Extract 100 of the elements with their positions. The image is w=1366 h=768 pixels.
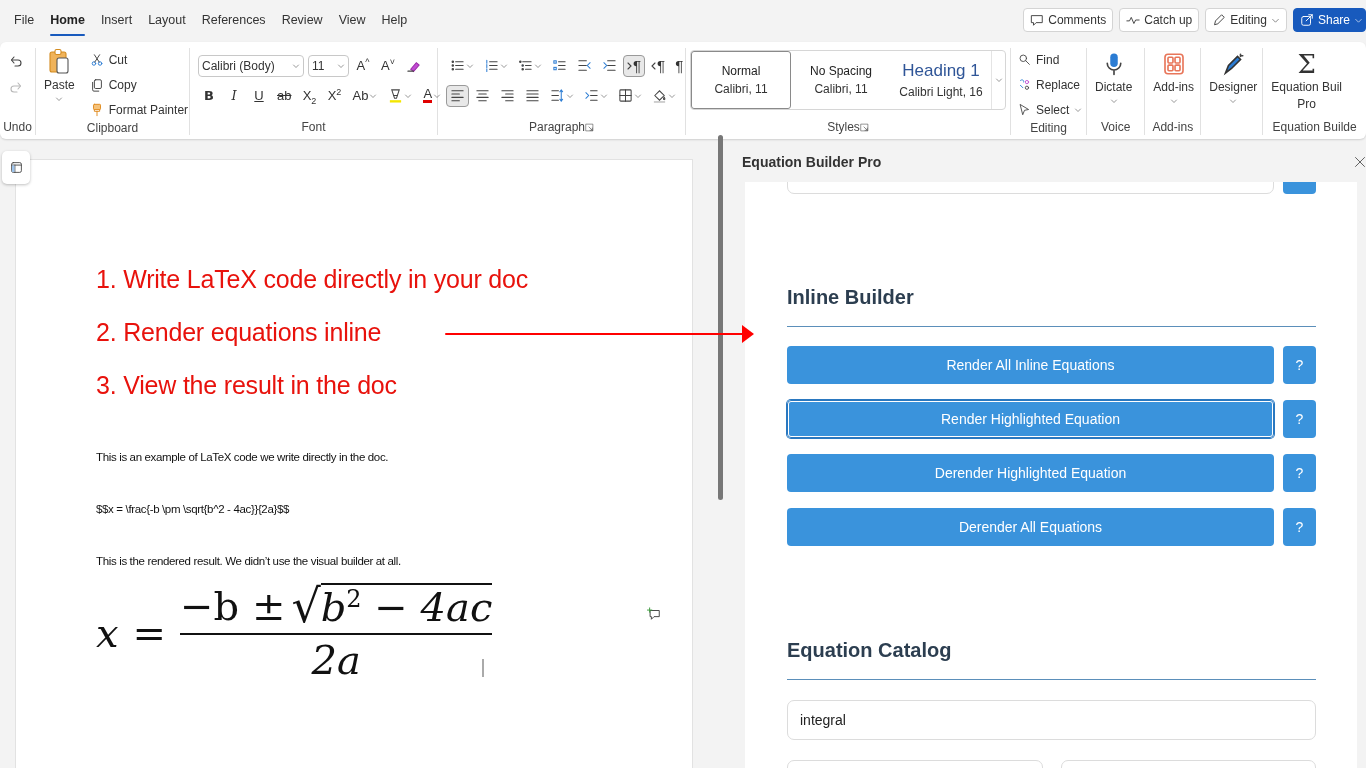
group-label: Styles: [827, 120, 860, 134]
style-option[interactable]: No Spacing Calibri, 11: [791, 51, 891, 109]
pen-icon: [1221, 52, 1246, 76]
paste-button[interactable]: Paste: [40, 48, 79, 103]
copy-button[interactable]: Copy: [86, 73, 192, 96]
dialog-launcher-icon: [585, 122, 594, 132]
caret-icon: [500, 61, 508, 70]
list-indent-icon: [584, 88, 599, 103]
search-icon: [1018, 53, 1031, 66]
group-label: Editing: [1030, 121, 1067, 135]
show-marks-button[interactable]: ¶: [671, 54, 688, 77]
cursor-arrow-icon: [1018, 103, 1031, 116]
caret-icon: [1109, 97, 1118, 105]
menu-tab[interactable]: Home: [42, 0, 93, 40]
style-option[interactable]: Heading 1 Calibri Light, 16: [891, 51, 991, 109]
align-left-icon: [450, 88, 465, 103]
share-icon: [1299, 13, 1314, 27]
comment-icon: [1030, 13, 1045, 27]
line-spacing-icon: [550, 88, 565, 103]
find-button[interactable]: Find: [1015, 48, 1086, 71]
comments-button[interactable]: Comments: [1023, 8, 1114, 32]
add-comment-icon: [647, 607, 661, 621]
caret-icon: [1169, 97, 1178, 105]
menu-tab[interactable]: Layout: [140, 0, 194, 40]
text-cursor: [482, 659, 485, 677]
step-text: 1. Write LaTeX code directly in your doc: [96, 264, 529, 295]
bold-button[interactable]: B: [198, 84, 220, 107]
caret-icon: [433, 91, 442, 100]
rendered-equation: x = −b ±√b$^{2}$ − 4ac 2a: [96, 583, 493, 683]
grow-font-button[interactable]: A$^{^}$: [352, 54, 374, 77]
dictate-button[interactable]: Dictate: [1091, 48, 1137, 105]
copy-icon: [89, 77, 104, 92]
caret-icon: [1229, 97, 1238, 105]
sigma-icon: Σ: [1297, 50, 1316, 78]
align-center-icon: [475, 88, 490, 103]
scissors-icon: [89, 52, 104, 67]
close-icon: [1354, 156, 1366, 168]
add-ins-button[interactable]: Add-ins: [1149, 48, 1198, 105]
italic-button[interactable]: I: [223, 84, 245, 107]
caret-icon: [292, 61, 300, 70]
multilevel-list-icon: [518, 58, 533, 73]
designer-button[interactable]: Designer: [1205, 48, 1262, 105]
style-option[interactable]: Normal Calibri, 11: [691, 51, 791, 109]
subscript-button[interactable]: X$_{2}$: [298, 84, 321, 107]
menu-tab[interactable]: View: [330, 0, 374, 40]
menu-tab[interactable]: File: [6, 0, 43, 40]
step-text: 2. Render equations inline: [96, 317, 382, 348]
catch-up-button[interactable]: Catch up: [1119, 8, 1200, 32]
caret-icon: [369, 91, 378, 100]
paint-bucket-icon: [652, 88, 667, 103]
left-to-right-button[interactable]: ¶: [623, 54, 646, 77]
group-label: Voice: [1100, 120, 1131, 134]
bullet-list-icon: [450, 58, 465, 73]
step-text: 3. View the result in the doc: [96, 370, 397, 401]
group-label: Font: [301, 120, 326, 134]
sidebar-icon: [9, 161, 23, 174]
caret-icon: [404, 91, 413, 100]
shrink-font-button[interactable]: A$^{˅}$: [377, 54, 399, 77]
font-name-dropdown[interactable]: Calibri (Body): [198, 54, 304, 77]
menu-tab[interactable]: References: [193, 0, 274, 40]
caret-icon: [466, 61, 474, 70]
select-button[interactable]: Select: [1015, 98, 1086, 121]
search-field[interactable]: integral: [787, 700, 1316, 740]
superscript-button[interactable]: X$^{2}$: [323, 84, 346, 107]
pane-title: Equation Builder Pro: [742, 154, 882, 170]
menu-tab[interactable]: Insert: [92, 0, 141, 40]
group-label: Add-ins: [1152, 120, 1194, 134]
caret-icon: [994, 76, 1003, 84]
share-button[interactable]: Share: [1292, 8, 1366, 32]
font-color-button[interactable]: A: [419, 84, 446, 107]
replace-icon: [1018, 78, 1031, 91]
underline-button[interactable]: U: [248, 84, 270, 107]
caret-icon: [600, 91, 608, 100]
replace-button[interactable]: Replace: [1015, 73, 1086, 96]
align-right-icon: [500, 88, 515, 103]
caret-icon: [566, 91, 574, 100]
body-text: This is an example of LaTeX code we write directly in the doc.: [96, 451, 390, 463]
caret-icon: [337, 61, 345, 70]
format-painter-button[interactable]: Format Painter: [86, 98, 192, 121]
clipboard-icon: [47, 48, 72, 76]
section-heading: Equation Catalog: [787, 638, 953, 662]
menu-tab[interactable]: Review: [273, 0, 331, 40]
highlighter-icon: [388, 88, 404, 103]
dialog-launcher-icon: [859, 122, 869, 132]
task-list-icon: [552, 58, 567, 73]
cut-button[interactable]: Cut: [86, 48, 192, 71]
editing-mode-button[interactable]: Editing: [1205, 8, 1287, 32]
right-to-left-button[interactable]: ¶: [647, 54, 670, 77]
menu-tab[interactable]: Help: [373, 0, 416, 40]
equation-builder-button[interactable]: Σ Equation Buil Pro: [1267, 48, 1346, 112]
caret-icon: [534, 61, 542, 70]
group-label: Clipboard: [86, 121, 139, 135]
navigation-pane-button[interactable]: [2, 151, 30, 184]
font-size-dropdown[interactable]: 11: [308, 54, 349, 77]
latex-code-text: $$x = \frac{-b \pm \sqrt{b^2 - 4ac}}{2a}$$: [96, 503, 291, 515]
align-left-button[interactable]: [446, 84, 469, 107]
strikethrough-button[interactable]: ab: [273, 84, 296, 107]
change-case-button[interactable]: Ab: [348, 84, 382, 107]
borders-icon: [618, 88, 633, 103]
group-label: Paragraph: [528, 120, 585, 134]
